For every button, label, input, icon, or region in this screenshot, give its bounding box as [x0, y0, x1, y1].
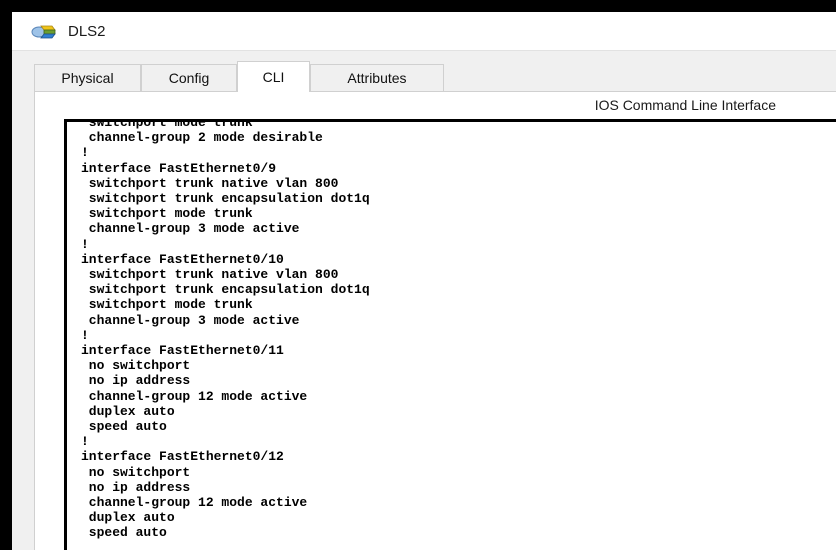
cli-line: switchport mode trunk	[88, 206, 253, 222]
cli-line: no ip address	[88, 373, 191, 389]
cli-line: switchport mode trunk	[88, 119, 253, 130]
cli-line: speed auto	[88, 525, 167, 541]
cli-output[interactable]: switchport mode trunk channel-group 2 mo…	[81, 119, 370, 541]
cli-line: switchport trunk encapsulation dot1q	[88, 282, 370, 298]
cli-line: !	[81, 145, 89, 161]
cli-line: interface FastEthernet0/10	[81, 251, 284, 267]
cli-line: channel-group 3 mode active	[88, 312, 300, 328]
cli-panel: IOS Command Line Interface switchport mo…	[34, 91, 836, 550]
panel-heading: IOS Command Line Interface	[594, 97, 776, 113]
cli-line: switchport trunk encapsulation dot1q	[88, 191, 370, 207]
cli-line: !	[81, 434, 89, 450]
cli-console[interactable]: switchport mode trunk channel-group 2 mo…	[64, 119, 836, 550]
cli-line: switchport mode trunk	[88, 297, 253, 313]
tab-physical[interactable]: Physical	[34, 64, 141, 91]
cli-line: duplex auto	[88, 510, 175, 526]
cli-line: channel-group 12 mode active	[88, 495, 308, 511]
device-window: DLS2 Physical Config CLI Attributes IOS …	[12, 12, 836, 550]
cli-line: speed auto	[88, 419, 167, 435]
cli-line: interface FastEthernet0/12	[81, 449, 284, 465]
window-title: DLS2	[68, 23, 106, 40]
switch-device-icon	[30, 22, 60, 42]
cli-line: no switchport	[88, 358, 191, 374]
cli-line: no ip address	[88, 479, 191, 495]
cli-line: interface FastEthernet0/9	[81, 160, 277, 176]
cli-line: duplex auto	[88, 403, 175, 419]
cli-line: !	[81, 236, 89, 252]
tab-cli[interactable]: CLI	[237, 61, 310, 92]
cli-line: no switchport	[88, 464, 191, 480]
tab-attributes[interactable]: Attributes	[310, 64, 444, 91]
tab-config[interactable]: Config	[141, 64, 237, 91]
cli-line: channel-group 2 mode desirable	[88, 130, 323, 146]
cli-line: interface FastEthernet0/11	[81, 343, 284, 359]
cli-line: channel-group 12 mode active	[88, 388, 308, 404]
cli-line: !	[81, 327, 89, 343]
cli-line: switchport trunk native vlan 800	[88, 175, 339, 191]
cli-line: switchport trunk native vlan 800	[88, 267, 339, 283]
cli-line: channel-group 3 mode active	[88, 221, 300, 237]
title-bar: DLS2	[12, 12, 836, 51]
